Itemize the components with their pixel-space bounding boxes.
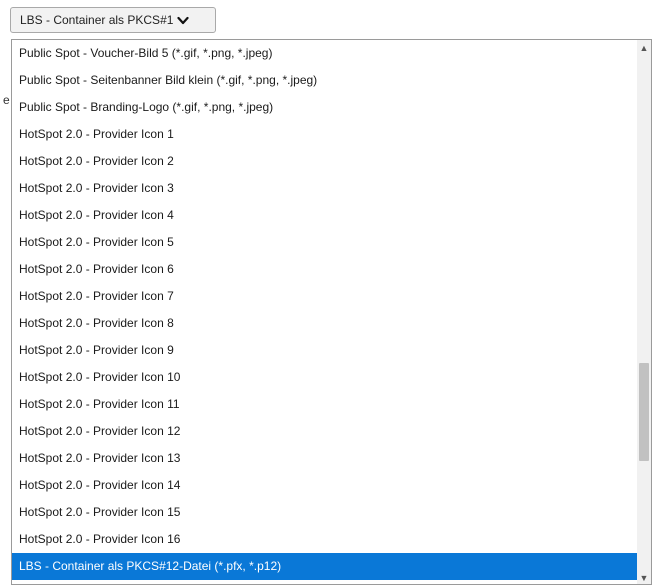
scrollbar-thumb[interactable] [639, 363, 649, 461]
dropdown-option[interactable]: HotSpot 2.0 - Provider Icon 11 [12, 391, 639, 418]
scroll-down-icon[interactable]: ▼ [637, 571, 651, 584]
page: LBS - Container als PKCS#1 e Public Spot… [0, 0, 652, 585]
chevron-down-icon [177, 16, 190, 25]
scrollbar[interactable]: ▲ ▼ [637, 40, 651, 584]
dropdown-option[interactable]: HotSpot 2.0 - Provider Icon 12 [12, 418, 639, 445]
scroll-up-icon[interactable]: ▲ [637, 41, 651, 55]
dropdown-option[interactable]: HotSpot 2.0 - Provider Icon 3 [12, 175, 639, 202]
dropdown-option[interactable]: HotSpot 2.0 - Provider Icon 16 [12, 526, 639, 553]
file-type-select[interactable]: LBS - Container als PKCS#1 [10, 7, 216, 33]
dropdown-option[interactable]: HotSpot 2.0 - Provider Icon 15 [12, 499, 639, 526]
dropdown-option[interactable]: HotSpot 2.0 - Provider Icon 10 [12, 364, 639, 391]
dropdown-option[interactable]: HotSpot 2.0 - Provider Icon 14 [12, 472, 639, 499]
dropdown-option[interactable]: Public Spot - Branding-Logo (*.gif, *.pn… [12, 94, 639, 121]
dropdown-option[interactable]: HotSpot 2.0 - Provider Icon 9 [12, 337, 639, 364]
dropdown-option[interactable]: HotSpot 2.0 - Provider Icon 2 [12, 148, 639, 175]
dropdown-option[interactable]: Public Spot - Seitenbanner Bild klein (*… [12, 67, 639, 94]
dropdown-option[interactable]: HotSpot 2.0 - Provider Icon 6 [12, 256, 639, 283]
obscured-background-text: e [3, 93, 10, 107]
dropdown-option[interactable]: HotSpot 2.0 - Provider Icon 1 [12, 121, 639, 148]
dropdown-option[interactable]: HotSpot 2.0 - Provider Icon 13 [12, 445, 639, 472]
dropdown-option[interactable]: HotSpot 2.0 - Provider Icon 8 [12, 310, 639, 337]
dropdown-list[interactable]: Public Spot - Voucher-Bild 5 (*.gif, *.p… [11, 39, 652, 585]
dropdown-option[interactable]: HotSpot 2.0 - Provider Icon 7 [12, 283, 639, 310]
option-list: Public Spot - Voucher-Bild 5 (*.gif, *.p… [12, 40, 639, 584]
dropdown-option[interactable]: HotSpot 2.0 - Provider Icon 4 [12, 202, 639, 229]
dropdown-option-selected[interactable]: LBS - Container als PKCS#12-Datei (*.pfx… [12, 553, 639, 580]
dropdown-option[interactable]: HotSpot 2.0 - Provider Icon 5 [12, 229, 639, 256]
dropdown-option[interactable]: Public Spot - Voucher-Bild 5 (*.gif, *.p… [12, 40, 639, 67]
select-value: LBS - Container als PKCS#1 [20, 13, 174, 27]
